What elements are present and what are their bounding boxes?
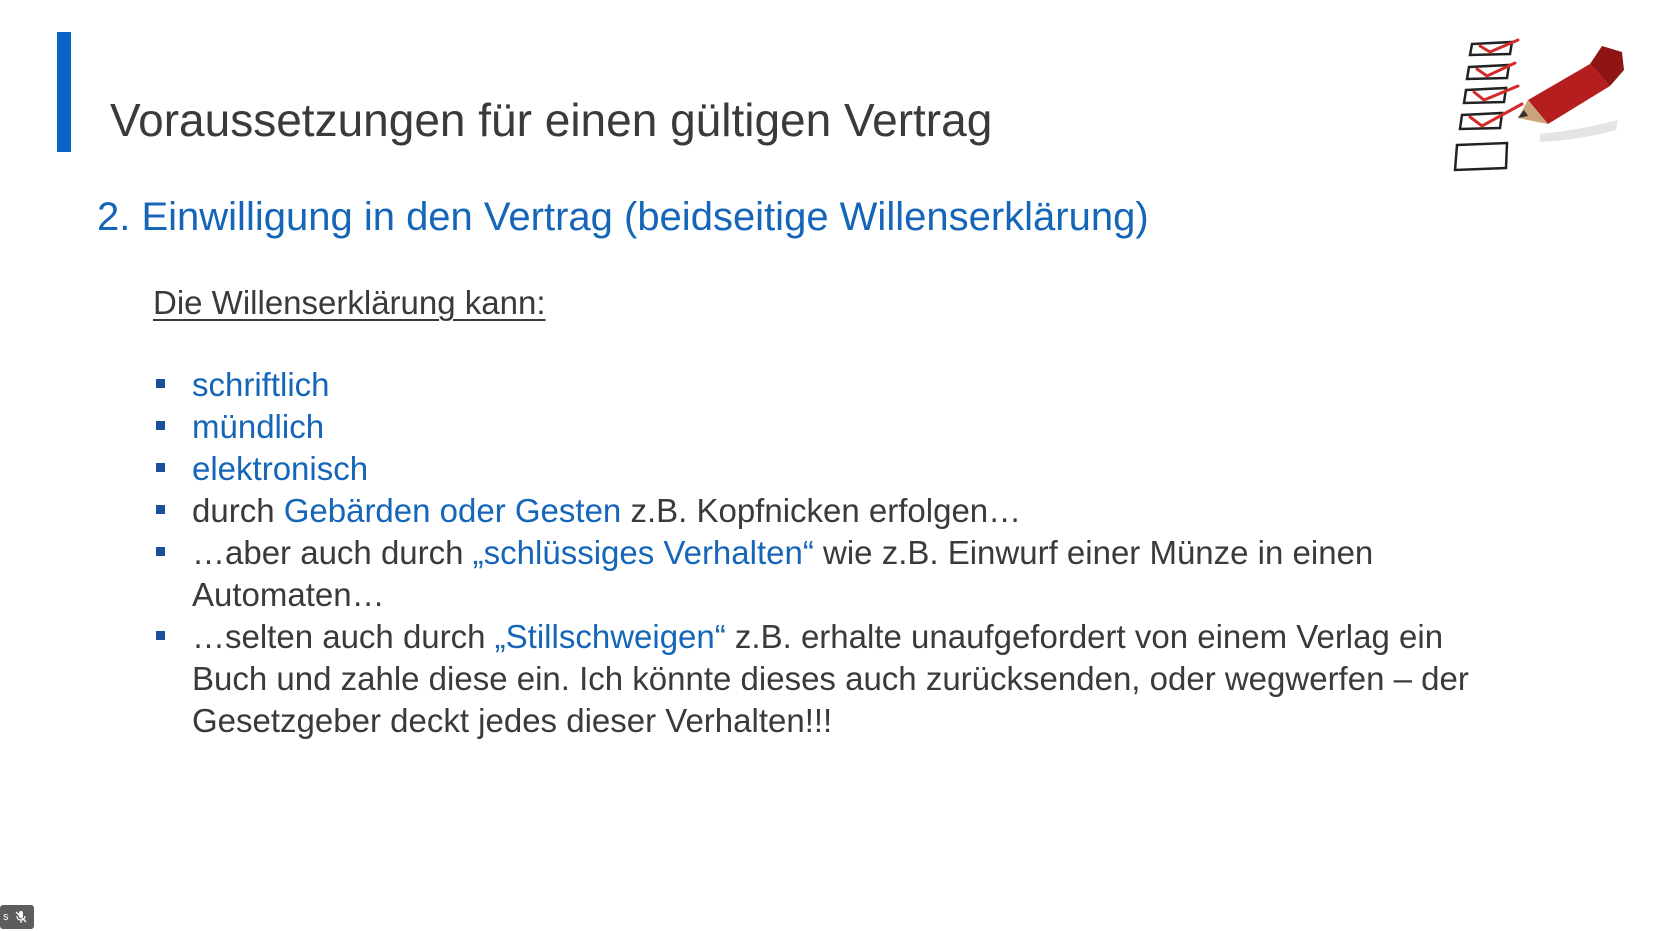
bullet-item: durch Gebärden oder Gesten z.B. Kopfnick… [150,490,1470,532]
bullet-highlight-text: Gebärden oder Gesten [283,492,622,529]
bullet-square-icon [156,631,165,640]
bullet-highlight-text: „Stillschweigen“ [494,618,726,655]
bullet-highlight-text: elektronisch [192,450,369,487]
mic-muted-icon[interactable] [14,910,28,924]
bullet-plain-text: …selten auch durch [192,618,495,655]
bullet-item: schriftlich [150,364,1470,406]
bullet-square-icon [156,547,165,556]
bullet-item: mündlich [150,406,1470,448]
status-label: s [3,911,9,923]
title-accent-bar [57,32,71,152]
bullet-item: elektronisch [150,448,1470,490]
bullet-highlight-text: schriftlich [192,366,330,403]
checklist-pencil-icon [1453,38,1624,172]
bullet-square-icon [156,379,165,388]
slide-subtitle: 2. Einwilligung in den Vertrag (beidseit… [97,195,1149,239]
slide-title: Voraussetzungen für einen gültigen Vertr… [110,94,993,146]
intro-text: Die Willenserklärung kann: [153,284,546,321]
bullet-square-icon [156,505,165,514]
bullet-list: schriftlich mündlich elektronisch durch … [150,364,1470,742]
bullet-highlight-text: mündlich [192,408,325,445]
bullet-item: …aber auch durch „schlüssiges Verhalten“… [150,532,1470,616]
bullet-rest-text: z.B. Kopfnicken erfolgen… [621,492,1022,529]
status-pill: s [0,905,34,929]
bullet-highlight-text: „schlüssiges Verhalten“ [472,534,814,571]
bullet-square-icon [156,463,165,472]
bullet-item: …selten auch durch „Stillschweigen“ z.B.… [150,616,1470,742]
bullet-plain-text: …aber auch durch [192,534,473,571]
bullet-plain-text: durch [192,492,284,529]
bullet-square-icon [156,421,165,430]
